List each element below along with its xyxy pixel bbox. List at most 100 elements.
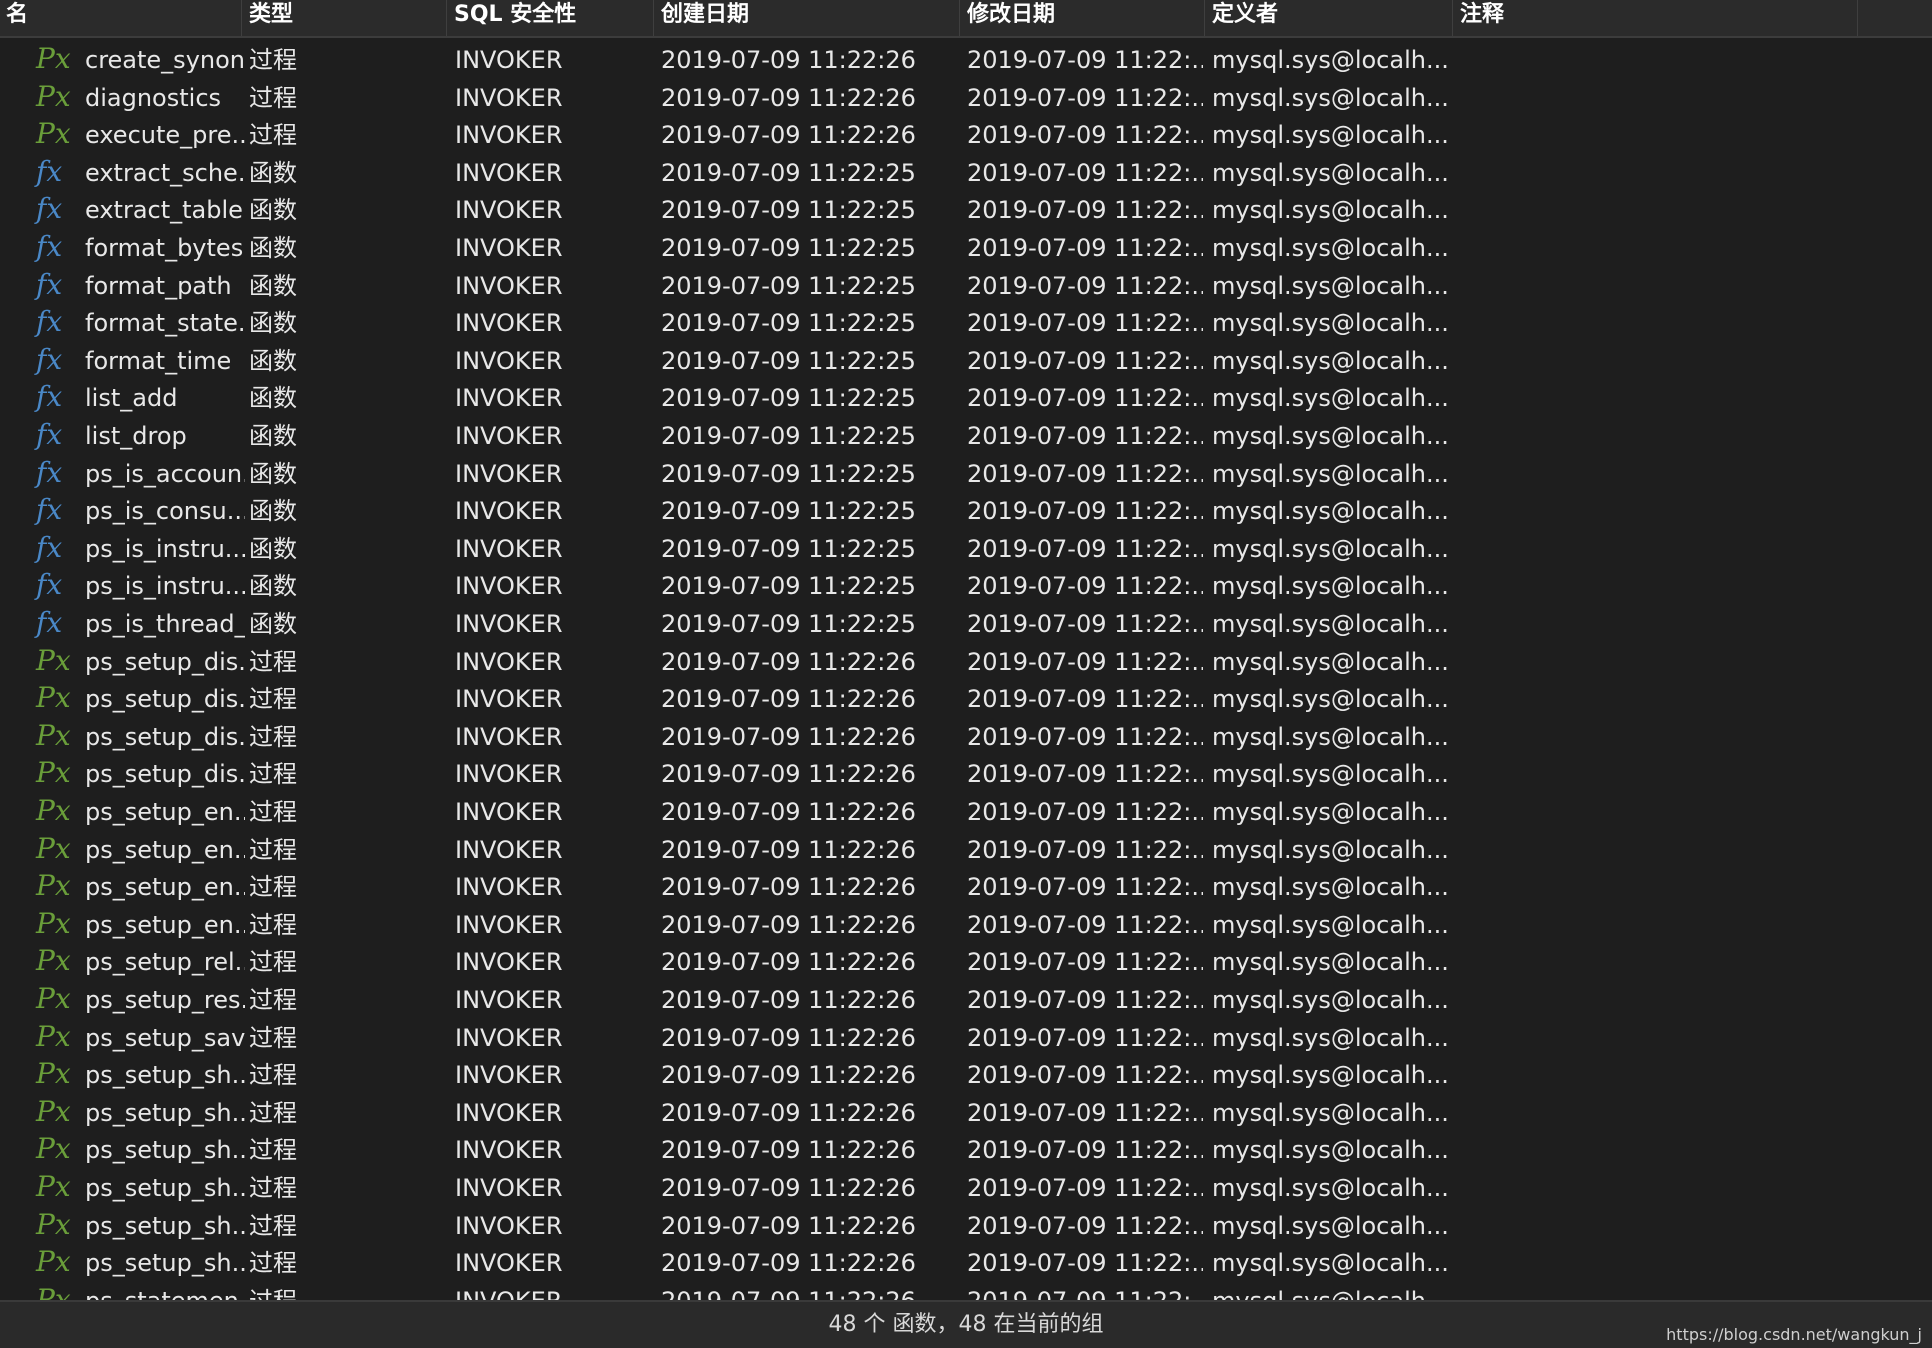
cell-definer: mysql.sys@localh...: [1212, 384, 1449, 413]
table-row[interactable]: fx format_bytes 函数 INVOKER 2019-07-09 11:22:…: [0, 226, 1932, 264]
cell-comment: [1460, 1279, 1856, 1300]
cell-created: 2019-07-09 11:22:25: [661, 572, 916, 601]
table-row[interactable]: fx format_state... 函数 INVOKER 2019-07-09 11:…: [0, 301, 1932, 339]
table-row[interactable]: Px ps_setup_en... 过程 INVOKER 2019-07-09 11:2…: [0, 790, 1932, 828]
cell-comment: [1460, 113, 1856, 151]
table-row[interactable]: Px ps_setup_res...过程 INVOKER 2019-07-09 11:…: [0, 978, 1932, 1016]
function-icon: fx: [36, 530, 63, 564]
table-row[interactable]: fx list_add 函数 INVOKER 2019-07-09 11:22:25 20…: [0, 376, 1932, 414]
cell-sql-security: INVOKER: [455, 497, 563, 526]
cell-comment: [1460, 752, 1856, 790]
table-row[interactable]: fx ps_is_thread_...函数 INVOKER 2019-07-09 11…: [0, 602, 1932, 640]
cell-created: 2019-07-09 11:22:25: [661, 422, 916, 450]
cell-created: 2019-07-09 11:22:26: [661, 722, 916, 751]
table-row[interactable]: Px ps_setup_sh... 过程 INVOKER 2019-07-09 11:2…: [0, 1091, 1932, 1129]
cell-type: 过程: [249, 121, 297, 150]
cell-type: 过程: [249, 910, 297, 939]
table-row[interactable]: Px ps_setup_en... 过程 INVOKER 2019-07-09 11:2…: [0, 903, 1932, 941]
cell-name: format_path: [85, 271, 232, 300]
cell-type: 函数: [249, 572, 297, 601]
table-row[interactable]: Px ps_setup_dis... 过程 INVOKER 2019-07-09 11:…: [0, 752, 1932, 790]
cell-name: extract_sche...: [85, 158, 245, 187]
cell-created: 2019-07-09 11:22:25: [661, 158, 916, 187]
cell-sql-security: INVOKER: [455, 1211, 563, 1240]
cell-sql-security: INVOKER: [455, 459, 563, 488]
cell-comment: [1460, 903, 1856, 941]
column-header-name[interactable]: 名: [0, 0, 242, 36]
column-header-definer[interactable]: 定义者: [1206, 0, 1453, 36]
column-header-created[interactable]: 创建日期: [655, 0, 960, 36]
routine-table-body[interactable]: Pxcreate_synon...过程INVOKER2019-07-09 11:…: [0, 38, 1932, 1300]
procedure-icon: Px: [36, 794, 71, 827]
table-row[interactable]: Px ps_setup_dis... 过程 INVOKER 2019-07-09 11:…: [0, 677, 1932, 715]
table-row[interactable]: Px ps_setup_sh... 过程 INVOKER 2019-07-09 11:2…: [0, 1166, 1932, 1204]
cell-sql-security: INVOKER: [455, 196, 563, 225]
cell-definer: mysql.sys@localh...: [1212, 158, 1449, 187]
cell-type: 过程: [249, 948, 297, 977]
table-row[interactable]: fx ps_is_accoun...函数 INVOKER 2019-07-09 11:…: [0, 452, 1932, 490]
table-row[interactable]: Px ps_setup_dis... 过程 INVOKER 2019-07-09 11:…: [0, 640, 1932, 678]
table-row[interactable]: Px diagnostics 过程 INVOKER 2019-07-09 11:22:2…: [0, 76, 1932, 114]
table-row[interactable]: fx extract_table...函数 INVOKER 2019-07-09 11…: [0, 188, 1932, 226]
cell-sql-security: INVOKER: [455, 685, 563, 714]
status-text: 48 个 函数，48 在当前的组: [828, 1312, 1104, 1337]
table-row[interactable]: Px ps_statemen...过程 INVOKER 2019-07-09 11:2…: [0, 1279, 1932, 1300]
table-row[interactable]: fx format_path 函数 INVOKER 2019-07-09 11:22:2…: [0, 264, 1932, 302]
cell-definer: mysql.sys@localh...: [1212, 83, 1449, 112]
procedure-icon: Px: [36, 643, 71, 677]
cell-comment: [1460, 978, 1856, 1016]
table-row[interactable]: Px create_synon...过程 INVOKER 2019-07-09 11:…: [0, 38, 1932, 76]
table-row[interactable]: Px ps_setup_rel... 过程 INVOKER 2019-07-09 11:…: [0, 940, 1932, 978]
cell-definer: mysql.sys@localh...: [1212, 647, 1449, 676]
cell-created: 2019-07-09 11:22:25: [661, 234, 916, 262]
cell-definer: mysql.sys@localh...: [1212, 685, 1449, 714]
cell-created: 2019-07-09 11:22:26: [661, 948, 916, 977]
table-row[interactable]: fx ps_is_instru... 函数 INVOKER 2019-07-09 11:…: [0, 527, 1932, 565]
function-icon: fx: [36, 568, 63, 602]
cell-sql-security: INVOKER: [455, 1279, 651, 1300]
procedure-icon: Px: [36, 79, 71, 113]
status-bar: 48 个 函数，48 在当前的组 https://blog.csdn.net/w…: [0, 1300, 1932, 1348]
cell-modified: 2019-07-09 11:22:...: [967, 835, 1203, 864]
cell-created: 2019-07-09 11:22:26: [661, 685, 916, 714]
table-row[interactable]: Px ps_setup_sh... 过程 INVOKER 2019-07-09 11:2…: [0, 1053, 1932, 1091]
procedure-icon: Px: [36, 117, 71, 151]
cell-definer: mysql.sys@localh...: [1212, 1249, 1449, 1278]
table-row[interactable]: fx ps_is_consu... 函数 INVOKER 2019-07-09 11:2…: [0, 489, 1932, 527]
cell-comment: [1460, 1166, 1856, 1204]
cell-modified: 2019-07-09 11:22:...: [967, 46, 1203, 74]
table-row[interactable]: Px ps_setup_dis... 过程 INVOKER 2019-07-09 11:…: [0, 715, 1932, 753]
table-row[interactable]: Px ps_setup_sh... 过程 INVOKER 2019-07-09 11:2…: [0, 1241, 1932, 1279]
table-row[interactable]: Px execute_pre... 过程 INVOKER 2019-07-09 11:2…: [0, 113, 1932, 151]
cell-definer: mysql.sys@localh...: [1212, 1136, 1449, 1165]
cell-modified: 2019-07-09 11:22:...: [967, 647, 1203, 676]
table-row[interactable]: fx list_drop 函数 INVOKER 2019-07-09 11:22:25 2…: [0, 414, 1932, 452]
column-header-bar: 名 类型 SQL 安全性 创建日期 修改日期 定义者 注释: [0, 0, 1932, 38]
procedure-icon: Px: [36, 1132, 71, 1166]
cell-comment: [1460, 452, 1856, 490]
column-header-type[interactable]: 类型: [243, 0, 447, 36]
table-row[interactable]: Px ps_setup_sh... 过程 INVOKER 2019-07-09 11:2…: [0, 1128, 1932, 1166]
cell-comment: [1460, 1128, 1856, 1166]
column-header-modified[interactable]: 修改日期: [961, 0, 1205, 36]
table-row[interactable]: fx extract_sche... 函数 INVOKER 2019-07-09 11:…: [0, 151, 1932, 189]
table-row[interactable]: Px ps_setup_en... 过程 INVOKER 2019-07-09 11:2…: [0, 865, 1932, 903]
table-row[interactable]: fx format_time 函数 INVOKER 2019-07-09 11:22:2…: [0, 339, 1932, 377]
cell-type: 函数: [249, 497, 297, 526]
cell-created: 2019-07-09 11:22:26: [661, 121, 916, 150]
cell-name: list_add: [85, 384, 178, 413]
column-header-sql-security[interactable]: SQL 安全性: [448, 0, 654, 36]
table-row[interactable]: Px ps_setup_en... 过程 INVOKER 2019-07-09 11:2…: [0, 828, 1932, 866]
cell-comment: [1460, 828, 1856, 866]
cell-sql-security: INVOKER: [455, 1023, 563, 1052]
cell-comment: [1460, 564, 1856, 602]
table-row[interactable]: fx ps_is_instru... 函数 INVOKER 2019-07-09 11:…: [0, 564, 1932, 602]
cell-modified: 2019-07-09 11:22:...: [967, 1249, 1203, 1278]
column-header-comment[interactable]: 注释: [1454, 0, 1858, 36]
procedure-icon: Px: [36, 982, 71, 1015]
cell-type: 过程: [249, 46, 297, 74]
table-row[interactable]: Px ps_setup_save 过程 INVOKER 2019-07-09 11:22…: [0, 1016, 1932, 1054]
cell-created: 2019-07-09 11:22:26: [661, 835, 916, 864]
table-row[interactable]: Px ps_setup_sh... 过程 INVOKER 2019-07-09 11:2…: [0, 1204, 1932, 1242]
cell-definer: mysql.sys@localh...: [1212, 572, 1449, 601]
